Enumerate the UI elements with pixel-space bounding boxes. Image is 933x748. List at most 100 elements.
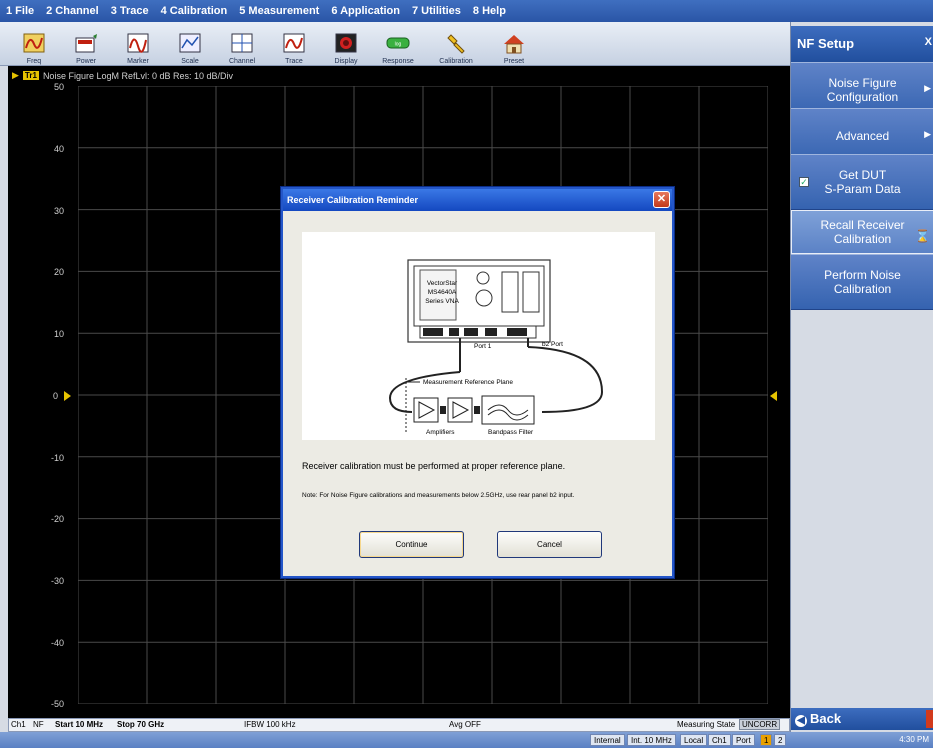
menu-help[interactable]: 8 Help	[473, 5, 506, 17]
display-icon	[335, 33, 357, 52]
get-dut-s-param-data-button[interactable]: ✓ Get DUT S-Param Data	[791, 154, 933, 210]
dialog-note: Note: For Noise Figure calibrations and …	[302, 492, 575, 499]
y-label: -30	[50, 576, 64, 586]
y-label: -50	[50, 699, 64, 709]
menu-application[interactable]: 6 Application	[331, 5, 400, 17]
calibration-icon	[447, 33, 465, 54]
back-arrow-icon: ◀	[795, 715, 807, 727]
menu-trace[interactable]: 3 Trace	[111, 5, 149, 17]
continue-button[interactable]: Continue	[359, 531, 464, 558]
toolbar-channel-label: Channel	[228, 57, 256, 65]
trace-title: ▶ Tr1 Noise Figure LogM RefLvl: 0 dB Res…	[12, 70, 233, 81]
status-ifbw[interactable]: IFBW 100 kHz	[244, 720, 296, 729]
status-start-frequency[interactable]: Start 10 MHz	[55, 720, 103, 729]
status-measuring-state-label: Measuring State	[677, 720, 736, 729]
svg-text:log: log	[395, 41, 402, 47]
y-label: 20	[53, 267, 64, 277]
toolbar-freq-label: Freq	[26, 57, 42, 65]
toolbar-channel-button[interactable]: Channel	[216, 23, 268, 65]
button-label: Recall Receiver	[820, 218, 905, 232]
panel-title: NF Setup	[797, 36, 855, 51]
reference-level-marker-right-icon[interactable]	[770, 391, 777, 401]
menu-calibration[interactable]: 4 Calibration	[161, 5, 228, 17]
menu-file[interactable]: 1 File	[6, 5, 34, 17]
button-label: Calibration	[833, 232, 892, 246]
toolbar-calibration-button[interactable]: Calibration	[424, 23, 488, 65]
preset-icon	[504, 34, 524, 53]
dialog-close-icon[interactable]: ✕	[653, 191, 670, 208]
menu-utilities[interactable]: 7 Utilities	[412, 5, 461, 17]
toolbar-marker-label: Marker	[127, 57, 149, 65]
button-label: S-Param Data	[824, 182, 901, 196]
back-button[interactable]: ◀ Back	[791, 708, 933, 730]
trace-badge[interactable]: Tr1	[22, 71, 39, 80]
toolbar-marker-button[interactable]: Marker	[112, 23, 164, 65]
menu-bar: 1 File 2 Channel 3 Trace 4 Calibration 5…	[0, 0, 933, 22]
clock: 4:30 PM	[899, 735, 929, 744]
toolbar-preset-label: Preset	[503, 57, 525, 65]
y-label: 30	[53, 206, 64, 216]
status-averaging[interactable]: Avg OFF	[449, 720, 481, 729]
nf-setup-panel: NF Setup X Noise Figure Configuration ▶ A…	[790, 22, 933, 732]
toolbar-power-button[interactable]: Power	[60, 23, 112, 65]
toolbar-freq-button[interactable]: Freq	[8, 23, 60, 65]
dialog-title-bar[interactable]: Receiver Calibration Reminder ✕	[283, 189, 672, 211]
port1-label: Port 1	[474, 343, 492, 350]
y-label: 50	[53, 82, 64, 92]
receiver-calibration-reminder-dialog: Receiver Calibration Reminder ✕ VectorSt…	[281, 187, 674, 578]
y-label: -40	[50, 638, 64, 648]
vna-label-line3: Series VNA	[425, 298, 459, 305]
status-bar: Ch1 NF Start 10 MHz Stop 70 GHz IFBW 100…	[8, 718, 790, 732]
button-label: Configuration	[826, 90, 899, 104]
bottom-channel: Ch1	[708, 734, 731, 746]
toolbar-display-button[interactable]: Display	[320, 23, 372, 65]
button-label: Noise Figure	[828, 76, 897, 90]
toolbar-calibration-label: Calibration	[439, 57, 473, 65]
toolbar-trace-label: Trace	[285, 57, 303, 65]
reference-level-marker-left-icon[interactable]	[64, 391, 71, 401]
button-label: Advanced	[835, 129, 890, 143]
freq-icon	[23, 33, 45, 52]
cancel-button[interactable]: Cancel	[497, 531, 602, 558]
menu-channel[interactable]: 2 Channel	[46, 5, 99, 17]
toolbar-scale-label: Scale	[181, 57, 199, 65]
reference-plane-label: Measurement Reference Plane	[423, 379, 513, 386]
checkbox-icon[interactable]: ✓	[799, 177, 809, 187]
b2port-label: b2 Port	[542, 341, 563, 348]
hourglass-icon: ⌛	[915, 229, 930, 243]
recall-receiver-calibration-button[interactable]: Recall Receiver Calibration ⌛	[791, 210, 933, 254]
toolbar-display-label: Display	[334, 57, 358, 65]
toolbar-trace-button[interactable]: Trace	[268, 23, 320, 65]
menu-measurement[interactable]: 5 Measurement	[239, 5, 319, 17]
vna-label-line2: MS4640A	[428, 289, 457, 296]
bottom-port-2: 2	[774, 734, 787, 746]
panel-close-icon[interactable]: X	[925, 36, 932, 48]
button-label: Get DUT	[838, 168, 887, 182]
button-label: Calibration	[833, 282, 892, 296]
submenu-arrow-icon: ▶	[924, 83, 931, 93]
bottom-status-bar: Internal Int. 10 MHz Local Ch1 Port 1 2 …	[0, 732, 933, 748]
setup-diagram: VectorStar MS4640A Series VNA Port 1 b2 …	[302, 232, 655, 440]
dialog-message: Receiver calibration must be performed a…	[302, 461, 566, 471]
vna-label-line1: VectorStar	[427, 280, 458, 287]
amplifiers-label: Amplifiers	[426, 429, 455, 436]
toolbar-response-label: Response	[382, 57, 414, 65]
scale-icon	[179, 33, 201, 52]
submenu-arrow-icon: ▶	[924, 129, 931, 139]
toolbar-response-button[interactable]: log Response	[372, 23, 424, 65]
trace-active-arrow-icon: ▶	[12, 70, 19, 80]
status-stop-frequency[interactable]: Stop 70 GHz	[117, 720, 164, 729]
power-icon	[75, 33, 97, 52]
back-label: Back	[810, 711, 842, 726]
channel-icon	[231, 33, 253, 52]
toolbar: Freq Power Marker Scale Channel Trace Di…	[0, 22, 790, 66]
perform-noise-calibration-button[interactable]: Perform Noise Calibration	[791, 254, 933, 310]
toolbar-preset-button[interactable]: Preset	[488, 23, 540, 65]
y-label: 10	[53, 329, 64, 339]
bottom-reference-clock: Int. 10 MHz	[627, 734, 676, 746]
bottom-port-1: 1	[760, 734, 773, 746]
toolbar-scale-button[interactable]: Scale	[164, 23, 216, 65]
panel-header: NF Setup X	[791, 26, 933, 62]
y-label: 0	[52, 391, 58, 401]
y-label: 40	[53, 144, 64, 154]
